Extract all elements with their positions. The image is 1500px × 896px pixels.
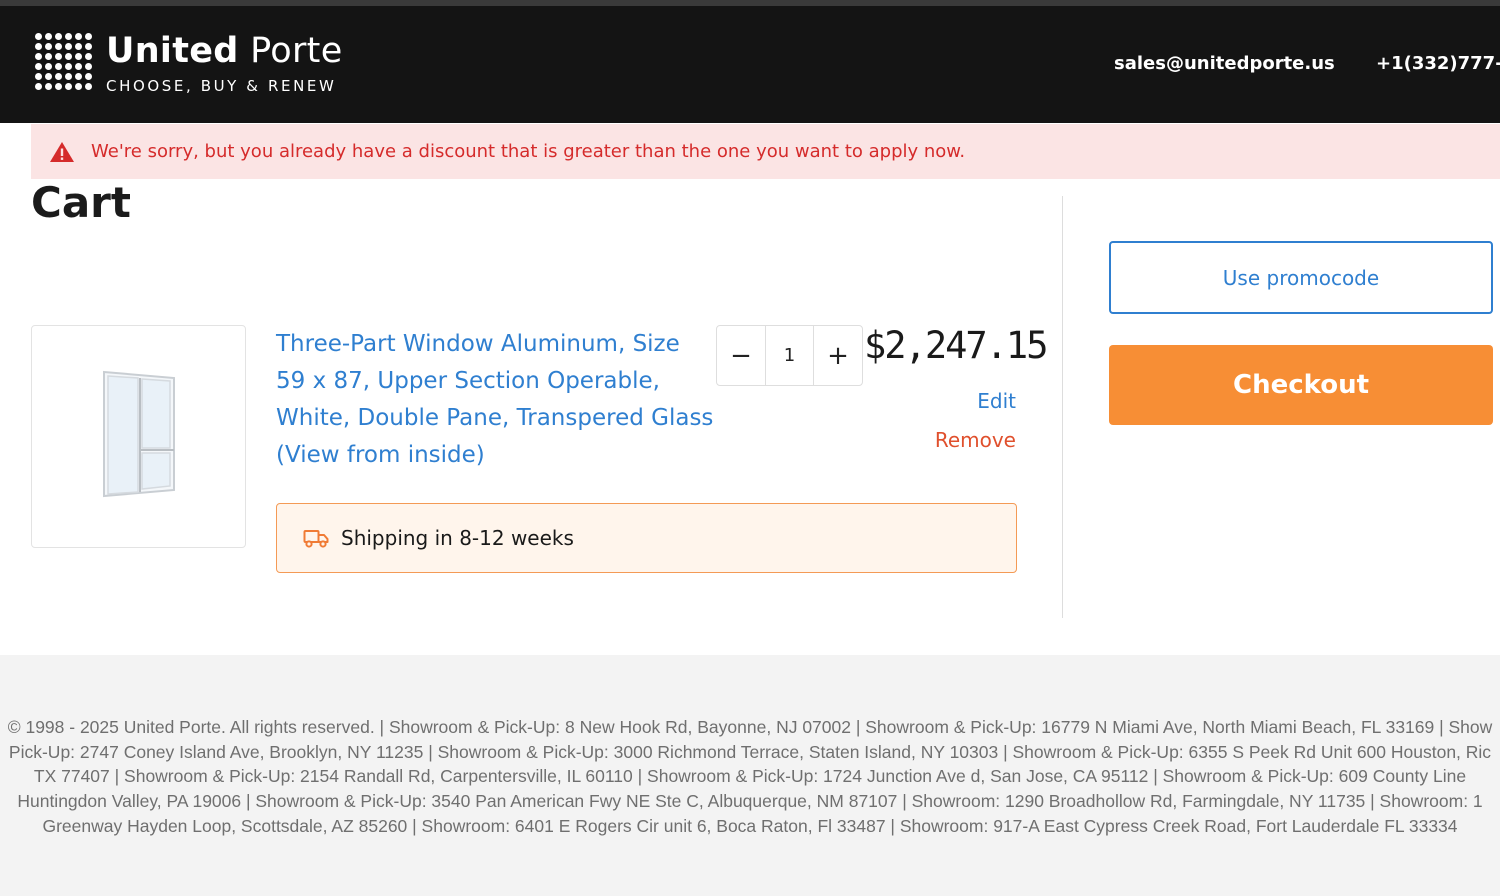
logo-dots-icon: [34, 32, 94, 92]
truck-icon: [303, 530, 329, 548]
item-price: $2,247.15: [864, 324, 1048, 367]
use-promocode-button[interactable]: Use promocode: [1109, 241, 1493, 314]
footer-address-block: © 1998 - 2025 United Porte. All rights r…: [0, 715, 1500, 839]
warning-triangle-icon: [50, 141, 74, 162]
site-header: United Porte CHOOSE, BUY & RENEW sales@u…: [0, 6, 1500, 123]
alert-message: We're sorry, but you already have a disc…: [91, 141, 966, 162]
quantity-value[interactable]: 1: [765, 326, 814, 385]
edit-item-link[interactable]: Edit: [977, 389, 1016, 413]
remove-item-link[interactable]: Remove: [935, 428, 1016, 452]
checkout-button[interactable]: Checkout: [1109, 345, 1493, 425]
product-thumbnail[interactable]: [31, 325, 246, 548]
discount-error-alert: We're sorry, but you already have a disc…: [31, 124, 1500, 179]
brand-name: United Porte: [106, 32, 343, 70]
site-footer: © 1998 - 2025 United Porte. All rights r…: [0, 655, 1500, 896]
brand-name-light: Porte: [250, 31, 343, 71]
window-product-image: [103, 370, 175, 498]
footer-line: TX 77407 | Showroom & Pick-Up: 2154 Rand…: [33, 766, 1467, 787]
footer-line: Pick-Up: 2747 Coney Island Ave, Brooklyn…: [8, 741, 1492, 762]
shipping-info-box: Shipping in 8-12 weeks: [276, 503, 1017, 573]
footer-line: Greenway Hayden Loop, Scottsdale, AZ 852…: [42, 815, 1458, 836]
footer-line: Huntingdon Valley, PA 19006 | Showroom &…: [17, 791, 1483, 812]
brand-logo[interactable]: United Porte CHOOSE, BUY & RENEW: [34, 32, 343, 95]
footer-line: © 1998 - 2025 United Porte. All rights r…: [7, 717, 1493, 737]
contact-phone-link[interactable]: +1(332)777-7: [1376, 53, 1500, 74]
brand-tagline: CHOOSE, BUY & RENEW: [106, 77, 337, 95]
column-divider: [1062, 196, 1063, 618]
product-name-link[interactable]: Three-Part Window Aluminum, Size 59 x 87…: [276, 326, 716, 474]
page-title: Cart: [31, 178, 131, 227]
contact-email-link[interactable]: sales@unitedporte.us: [1114, 53, 1335, 74]
increment-button[interactable]: +: [814, 326, 862, 385]
quantity-stepper: − 1 +: [716, 325, 863, 386]
logo-text: United Porte CHOOSE, BUY & RENEW: [106, 32, 343, 95]
shipping-text: Shipping in 8-12 weeks: [341, 526, 574, 550]
decrement-button[interactable]: −: [717, 326, 765, 385]
brand-name-bold: United: [106, 31, 239, 71]
